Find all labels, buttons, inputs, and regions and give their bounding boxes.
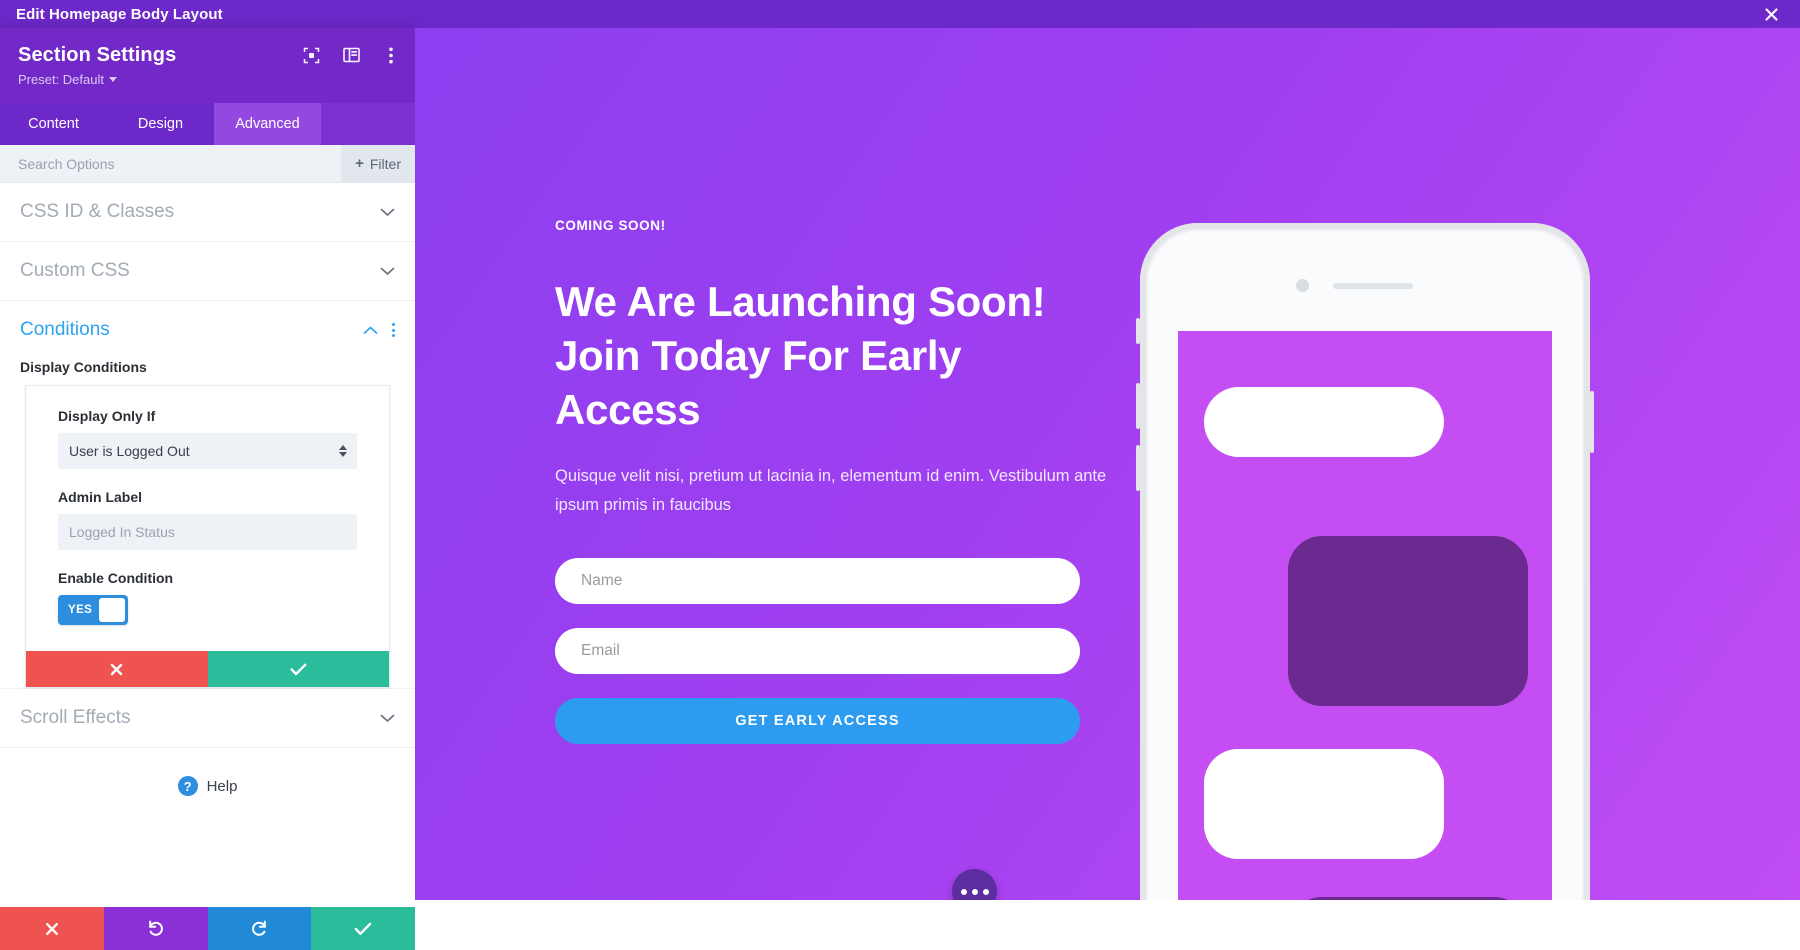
condition-card-actions: [26, 651, 389, 687]
help-label: Help: [206, 777, 238, 795]
undo-icon: [149, 920, 164, 936]
panel-body: CSS ID & Classes Custom CSS Conditions D…: [0, 183, 415, 907]
phone-button-mute: [1136, 318, 1140, 344]
accordion-label: CSS ID & Classes: [20, 201, 175, 222]
condition-cancel-button[interactable]: [26, 651, 208, 687]
help-button[interactable]: ? Help: [0, 748, 415, 824]
screen-skeleton-block: [1288, 897, 1528, 900]
hero-eyebrow: COMING SOON!: [555, 218, 666, 233]
check-icon: [354, 922, 372, 935]
plus-icon: +: [355, 155, 364, 172]
accordion-scroll-effects[interactable]: Scroll Effects: [0, 689, 415, 748]
search-row: + Filter: [0, 144, 415, 183]
vertical-dots-icon[interactable]: [381, 45, 401, 65]
check-icon: [290, 663, 307, 675]
cross-icon: [45, 922, 58, 935]
phone-button-power: [1590, 391, 1594, 453]
hero-content: COMING SOON! We Are Launching Soon! Join…: [555, 218, 1115, 744]
window-titlebar: Edit Homepage Body Layout: [0, 0, 1800, 28]
tabs-filler: [321, 103, 415, 145]
field-display-only-if: Display Only If User is Logged Out: [58, 408, 357, 469]
ellipsis-icon[interactable]: [952, 869, 997, 900]
field-label: Admin Label: [58, 489, 143, 505]
window-title: Edit Homepage Body Layout: [16, 5, 223, 23]
panel-footer: [0, 907, 415, 950]
select-wrapper: User is Logged Out: [58, 433, 357, 469]
display-conditions-label: Display Conditions: [20, 359, 147, 375]
name-input[interactable]: [555, 558, 1080, 604]
accordion-css-id-classes[interactable]: CSS ID & Classes: [0, 183, 415, 242]
field-admin-label: Admin Label: [58, 489, 357, 550]
footer-undo-button[interactable]: [103, 907, 208, 950]
app-root: Edit Homepage Body Layout Section Settin…: [0, 0, 1800, 950]
hero-heading-line-1: We Are Launching Soon!: [555, 278, 1046, 325]
screen-skeleton-block: [1204, 387, 1444, 457]
field-label: Enable Condition: [58, 570, 174, 586]
tab-content[interactable]: Content: [0, 103, 107, 145]
toggle-state-label: YES: [68, 604, 93, 616]
email-input[interactable]: [555, 628, 1080, 674]
redo-icon: [251, 920, 266, 936]
accordion-label: Scroll Effects: [20, 707, 131, 728]
phone-camera: [1296, 279, 1309, 292]
field-label: Display Only If: [58, 408, 156, 424]
chevron-down-icon: [109, 77, 117, 82]
accordion-label: Custom CSS: [20, 260, 130, 281]
layout-panel-icon[interactable]: [341, 45, 361, 65]
phone-button-volume-down: [1136, 445, 1140, 491]
toggle-knob: [99, 598, 125, 622]
question-mark-icon: ?: [177, 776, 198, 796]
focus-target-icon[interactable]: [301, 45, 321, 65]
search-input[interactable]: [0, 155, 342, 172]
phone-button-volume-up: [1136, 383, 1140, 429]
condition-card: Display Only If User is Logged Out Admin…: [25, 385, 390, 688]
footer-cancel-button[interactable]: [0, 907, 104, 950]
accordion-controls: [363, 323, 395, 337]
preview-canvas: COMING SOON! We Are Launching Soon! Join…: [415, 28, 1800, 950]
settings-tabs: Content Design Advanced: [0, 103, 415, 145]
panel-header: Section Settings Preset: Default: [0, 28, 415, 103]
chevron-down-icon: [380, 208, 395, 217]
field-enable-condition: Enable Condition YES: [58, 570, 357, 625]
conditions-options-icon[interactable]: [392, 323, 395, 337]
hero-heading: We Are Launching Soon! Join Today For Ea…: [555, 275, 1115, 436]
phone-screen: [1178, 331, 1552, 900]
section-conditions: Conditions Display Conditions Display On…: [0, 301, 415, 689]
enable-condition-toggle[interactable]: YES: [58, 595, 128, 625]
tab-advanced[interactable]: Advanced: [214, 103, 321, 145]
chevron-down-icon: [380, 714, 395, 723]
phone-speaker: [1333, 283, 1413, 289]
display-only-if-select[interactable]: User is Logged Out: [58, 433, 357, 469]
preset-label: Preset: Default: [18, 72, 104, 87]
footer-redo-button[interactable]: [207, 907, 312, 950]
footer-save-button[interactable]: [311, 907, 415, 950]
panel-header-icon-group: [301, 45, 401, 65]
chevron-up-icon[interactable]: [363, 325, 378, 335]
admin-label-input[interactable]: [58, 514, 357, 550]
screen-skeleton-block: [1204, 749, 1444, 859]
condition-card-body: Display Only If User is Logged Out Admin…: [26, 386, 389, 651]
accordion-label: Conditions: [20, 319, 110, 340]
screen-skeleton-block: [1288, 536, 1528, 706]
accordion-conditions[interactable]: Conditions: [0, 301, 415, 347]
hero-heading-line-2: Join Today For Early Access: [555, 331, 962, 433]
accordion-custom-css[interactable]: Custom CSS: [0, 242, 415, 301]
filter-button[interactable]: + Filter: [341, 144, 415, 183]
close-icon[interactable]: [1760, 3, 1782, 25]
hero-section: COMING SOON! We Are Launching Soon! Join…: [415, 28, 1800, 900]
filter-button-label: Filter: [369, 155, 401, 172]
condition-save-button[interactable]: [207, 651, 389, 687]
settings-panel: Section Settings Preset: Default Content…: [0, 28, 415, 950]
phone-body: [1148, 231, 1582, 900]
hero-paragraph: Quisque velit nisi, pretium ut lacinia i…: [555, 467, 1107, 515]
get-early-access-button[interactable]: GET EARLY ACCESS: [555, 698, 1080, 744]
cross-icon: [111, 663, 123, 675]
tab-design[interactable]: Design: [107, 103, 214, 145]
preset-selector[interactable]: Preset: Default: [18, 72, 117, 87]
phone-mockup: [1136, 223, 1594, 900]
chevron-down-icon: [380, 267, 395, 276]
